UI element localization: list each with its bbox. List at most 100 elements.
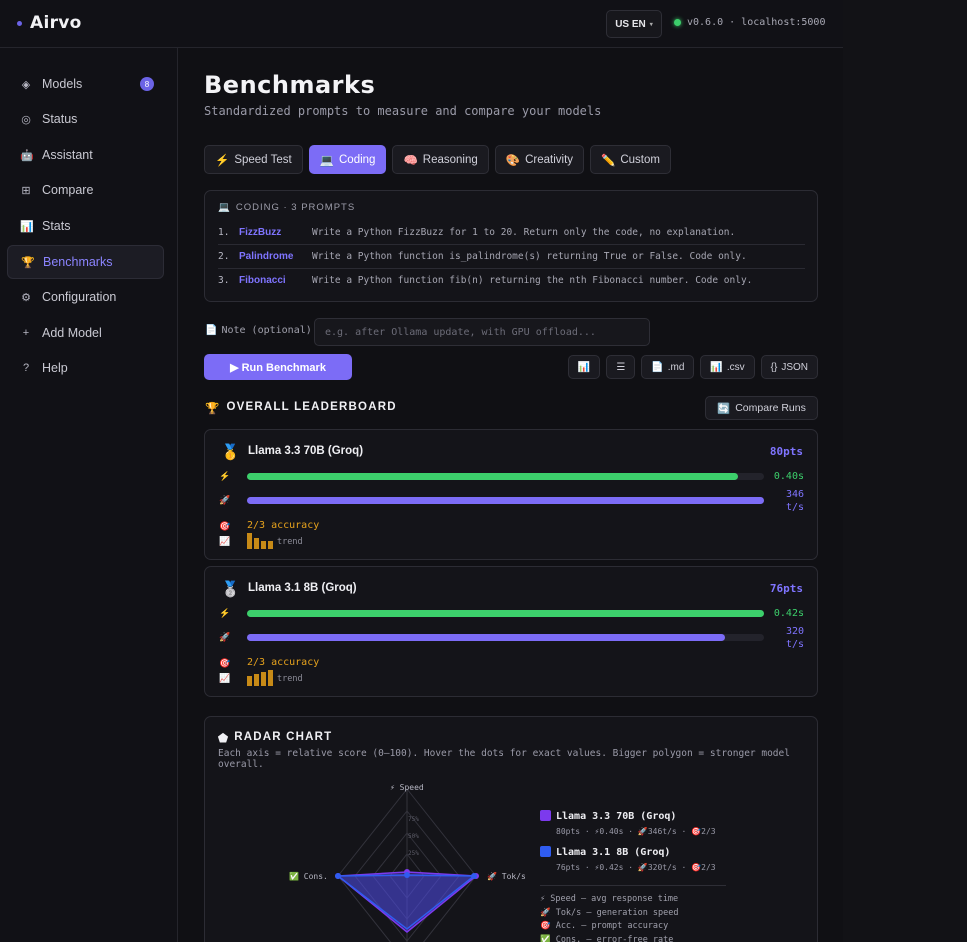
compare-runs-button[interactable]: 🔄 Compare Runs — [705, 396, 818, 420]
tab-label: Creativity — [525, 153, 574, 166]
response-time-bar — [247, 610, 764, 617]
sidebar-item-models[interactable]: ◈ Models 8 — [7, 67, 164, 101]
status-dot-icon — [674, 19, 681, 26]
tab-speed-test[interactable]: ⚡ Speed Test — [204, 145, 303, 174]
sidebar-item-status[interactable]: ◎ Status — [7, 102, 164, 136]
model-points: 76pts — [769, 582, 803, 595]
trend-icon: 📈 — [219, 673, 231, 683]
laptop-icon: 💻 — [319, 154, 334, 167]
laptop-icon: 💻 — [218, 202, 231, 213]
axis-note: ✅ Cons. — error-free rate — [540, 934, 674, 942]
sidebar-item-assistant[interactable]: 🤖 Assistant — [7, 138, 164, 172]
model-name: Llama 3.1 8B (Groq) — [248, 582, 357, 594]
top-bar: Airvo US EN ▾ v0.6.0 · localhost:5000 — [0, 0, 843, 48]
compare-runs-label: Compare Runs — [735, 402, 806, 414]
braces-icon: {} — [770, 361, 778, 373]
document-icon: 📄 — [205, 325, 218, 336]
right-gutter — [843, 0, 967, 942]
bar-chart-icon: 📊 — [20, 220, 34, 233]
help-icon: ? — [22, 362, 30, 374]
refresh-icon: 🔄 — [717, 402, 731, 415]
run-benchmark-button[interactable]: ▶ Run Benchmark — [204, 354, 352, 380]
bar-chart-icon: 📊 — [710, 361, 723, 373]
prompt-number: 3. — [218, 274, 230, 286]
tab-label: Speed Test — [234, 153, 292, 166]
radar-axis-label-cons: ✅ Cons. — [289, 871, 328, 881]
response-time-fill — [247, 473, 739, 480]
export-json-button[interactable]: {} JSON — [760, 355, 818, 379]
accuracy-label: 2/3 accuracy — [247, 657, 320, 668]
gear-icon: ⚙ — [21, 291, 31, 304]
version-label: v0.6.0 · localhost:5000 — [687, 17, 826, 28]
sidebar-item-stats[interactable]: 📊 Stats — [7, 209, 164, 243]
tokens-per-second-bar — [247, 634, 764, 641]
model-name: Llama 3.3 70B (Groq) — [248, 445, 364, 457]
prompt-row: 3. Fibonacci Write a Python function fib… — [218, 268, 805, 292]
sidebar-item-configuration[interactable]: ⚙ Configuration — [7, 280, 164, 314]
sidebar-item-label: Models — [42, 77, 83, 91]
trend-bar — [268, 541, 273, 549]
response-time-fill — [247, 610, 764, 617]
note-label-text: Note (optional): — [221, 325, 318, 336]
app-logo[interactable]: Airvo — [17, 13, 82, 33]
leaderboard-title-text: OVERALL LEADERBOARD — [226, 401, 397, 413]
prompt-row: 1. FizzBuzz Write a Python FizzBuzz for … — [218, 221, 805, 245]
radar-chart-panel: ⬟ RADAR CHART Each axis = relative score… — [204, 716, 818, 942]
sidebar-item-help[interactable]: ? Help — [7, 351, 164, 385]
tab-creativity[interactable]: 🎨 Creativity — [494, 145, 585, 174]
trophy-icon: 🏆 — [205, 403, 221, 415]
radar-legend: Llama 3.3 70B (Groq) 80pts · ⚡0.40s · 🚀3… — [540, 810, 740, 882]
chevron-down-icon: ▾ — [649, 21, 653, 28]
tab-reasoning[interactable]: 🧠 Reasoning — [392, 145, 489, 174]
radar-tick-50: 50% — [408, 833, 419, 840]
export-csv-button[interactable]: 📊 .csv — [700, 355, 755, 379]
radar-axis-label-tps: 🚀 Tok/s — [487, 871, 526, 881]
sidebar-item-benchmarks[interactable]: 🏆 Benchmarks — [7, 245, 164, 279]
radar-point[interactable] — [404, 872, 410, 878]
sidebar-item-add-model[interactable]: + Add Model — [7, 316, 164, 350]
models-count-badge: 8 — [140, 77, 154, 91]
legend-model-name: Llama 3.3 70B (Groq) — [556, 811, 677, 822]
tokens-per-second-bar — [247, 497, 764, 504]
tab-label: Coding — [339, 153, 376, 166]
gold-medal-icon: 🥇 — [221, 444, 240, 461]
list-view-button[interactable]: ☰ — [606, 355, 636, 379]
response-time-value: 0.40s — [773, 471, 804, 482]
sidebar-item-compare[interactable]: ⊞ Compare — [7, 173, 164, 207]
models-icon: ◈ — [21, 78, 31, 91]
prompt-row: 2. Palindrome Write a Python function is… — [218, 245, 805, 269]
export-md-button[interactable]: 📄 .md — [641, 355, 695, 379]
tps-number: 346 — [785, 489, 804, 500]
legend-swatch — [540, 846, 551, 857]
lightning-icon: ⚡ — [219, 608, 231, 618]
trend-label: trend — [277, 537, 303, 547]
rocket-icon: 🚀 — [219, 495, 231, 505]
axis-note: 🎯 Acc. — prompt accuracy — [540, 921, 669, 931]
status-icon: ◎ — [21, 113, 31, 126]
bar-chart-icon: 📊 — [577, 361, 591, 373]
legend-item[interactable]: Llama 3.3 70B (Groq) 80pts · ⚡0.40s · 🚀3… — [540, 810, 740, 846]
prompts-panel: 💻 CODING · 3 PROMPTS 1. FizzBuzz Write a… — [204, 190, 818, 302]
chart-view-button[interactable]: 📊 — [567, 355, 601, 379]
tps-number: 320 — [785, 626, 804, 637]
tps-unit: t/s — [785, 502, 804, 513]
page-title: Benchmarks — [204, 71, 376, 99]
rocket-icon: 🚀 — [219, 632, 231, 642]
trend-bar — [261, 541, 266, 549]
axis-note: 🚀 Tok/s — generation speed — [540, 907, 679, 918]
prompt-text: Write a Python function fib(n) returning… — [312, 274, 753, 286]
tab-coding[interactable]: 💻 Coding — [308, 145, 387, 174]
tps-unit: t/s — [785, 639, 804, 650]
tab-custom[interactable]: ✏️ Custom — [590, 145, 671, 174]
leaderboard-card: 🥈 Llama 3.1 8B (Groq) 76pts ⚡ 0.42s 🚀 32… — [204, 566, 818, 697]
language-selector[interactable]: US EN ▾ — [606, 10, 662, 38]
note-input[interactable] — [314, 318, 650, 346]
benchmark-tabs: ⚡ Speed Test 💻 Coding 🧠 Reasoning 🎨 Crea… — [204, 145, 671, 174]
brain-icon: 🧠 — [403, 154, 418, 167]
legend-divider — [540, 885, 726, 886]
radar-point[interactable] — [471, 873, 477, 879]
radar-point[interactable] — [335, 873, 341, 879]
list-icon: ☰ — [616, 361, 626, 373]
app-name: Airvo — [30, 13, 82, 33]
legend-item[interactable]: Llama 3.1 8B (Groq) 76pts · ⚡0.42s · 🚀32… — [540, 846, 740, 882]
